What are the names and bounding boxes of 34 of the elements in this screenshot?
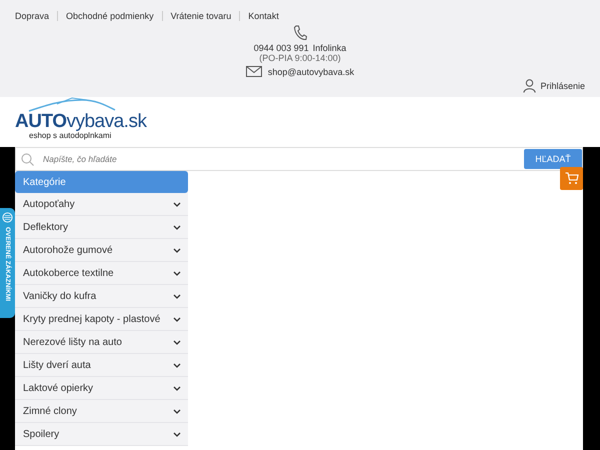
- chevron-icon: [173, 408, 181, 414]
- email-link[interactable]: shop@autovybava.sk: [268, 66, 354, 76]
- category-item[interactable]: Autopoťahy: [15, 193, 188, 216]
- chevron-icon: [173, 316, 181, 322]
- chevron-icon: [173, 386, 181, 390]
- chevron-icon: [173, 202, 181, 206]
- category-item[interactable]: Kryty prednej kapoty - plastové: [15, 308, 188, 331]
- chevron-icon: [173, 224, 181, 230]
- chevron-icon: [173, 270, 181, 276]
- site-logo[interactable]: AUTOvybava.sk eshop s autodoplnkami: [15, 97, 146, 140]
- envelope-icon: [246, 66, 262, 77]
- category-item[interactable]: Lišty dverí auta: [15, 354, 188, 377]
- top-nav-link[interactable]: Doprava: [15, 11, 50, 21]
- opening-hours: (PO-PIA 9:00-14:00): [259, 53, 341, 63]
- phone-label: Infolinka: [312, 43, 346, 53]
- top-nav-link[interactable]: Kontakt: [248, 11, 279, 21]
- cart-icon: [564, 172, 578, 185]
- top-nav-link[interactable]: Vrátenie tovaru: [170, 11, 232, 21]
- chevron-icon: [173, 340, 181, 344]
- phone-number[interactable]: 0944 003 991: [254, 43, 309, 53]
- category-item[interactable]: Spoilery: [15, 423, 188, 446]
- category-item[interactable]: Nerezové lišty na auto: [15, 331, 188, 354]
- chevron-icon: [173, 362, 181, 368]
- login-link[interactable]: Prihlásenie: [523, 79, 585, 93]
- user-icon: [523, 79, 536, 93]
- chevron-icon: [173, 294, 181, 298]
- chevron-icon: [173, 248, 181, 252]
- category-item[interactable]: Laktové opierky: [15, 377, 188, 400]
- chevron-icon: [173, 432, 181, 436]
- phone-icon: [293, 25, 307, 41]
- category-item[interactable]: Zimné clony: [15, 400, 188, 423]
- categories-header: Kategórie: [15, 171, 188, 193]
- top-nav-link[interactable]: Obchodné podmienky: [66, 11, 154, 21]
- cart-button[interactable]: [560, 167, 583, 190]
